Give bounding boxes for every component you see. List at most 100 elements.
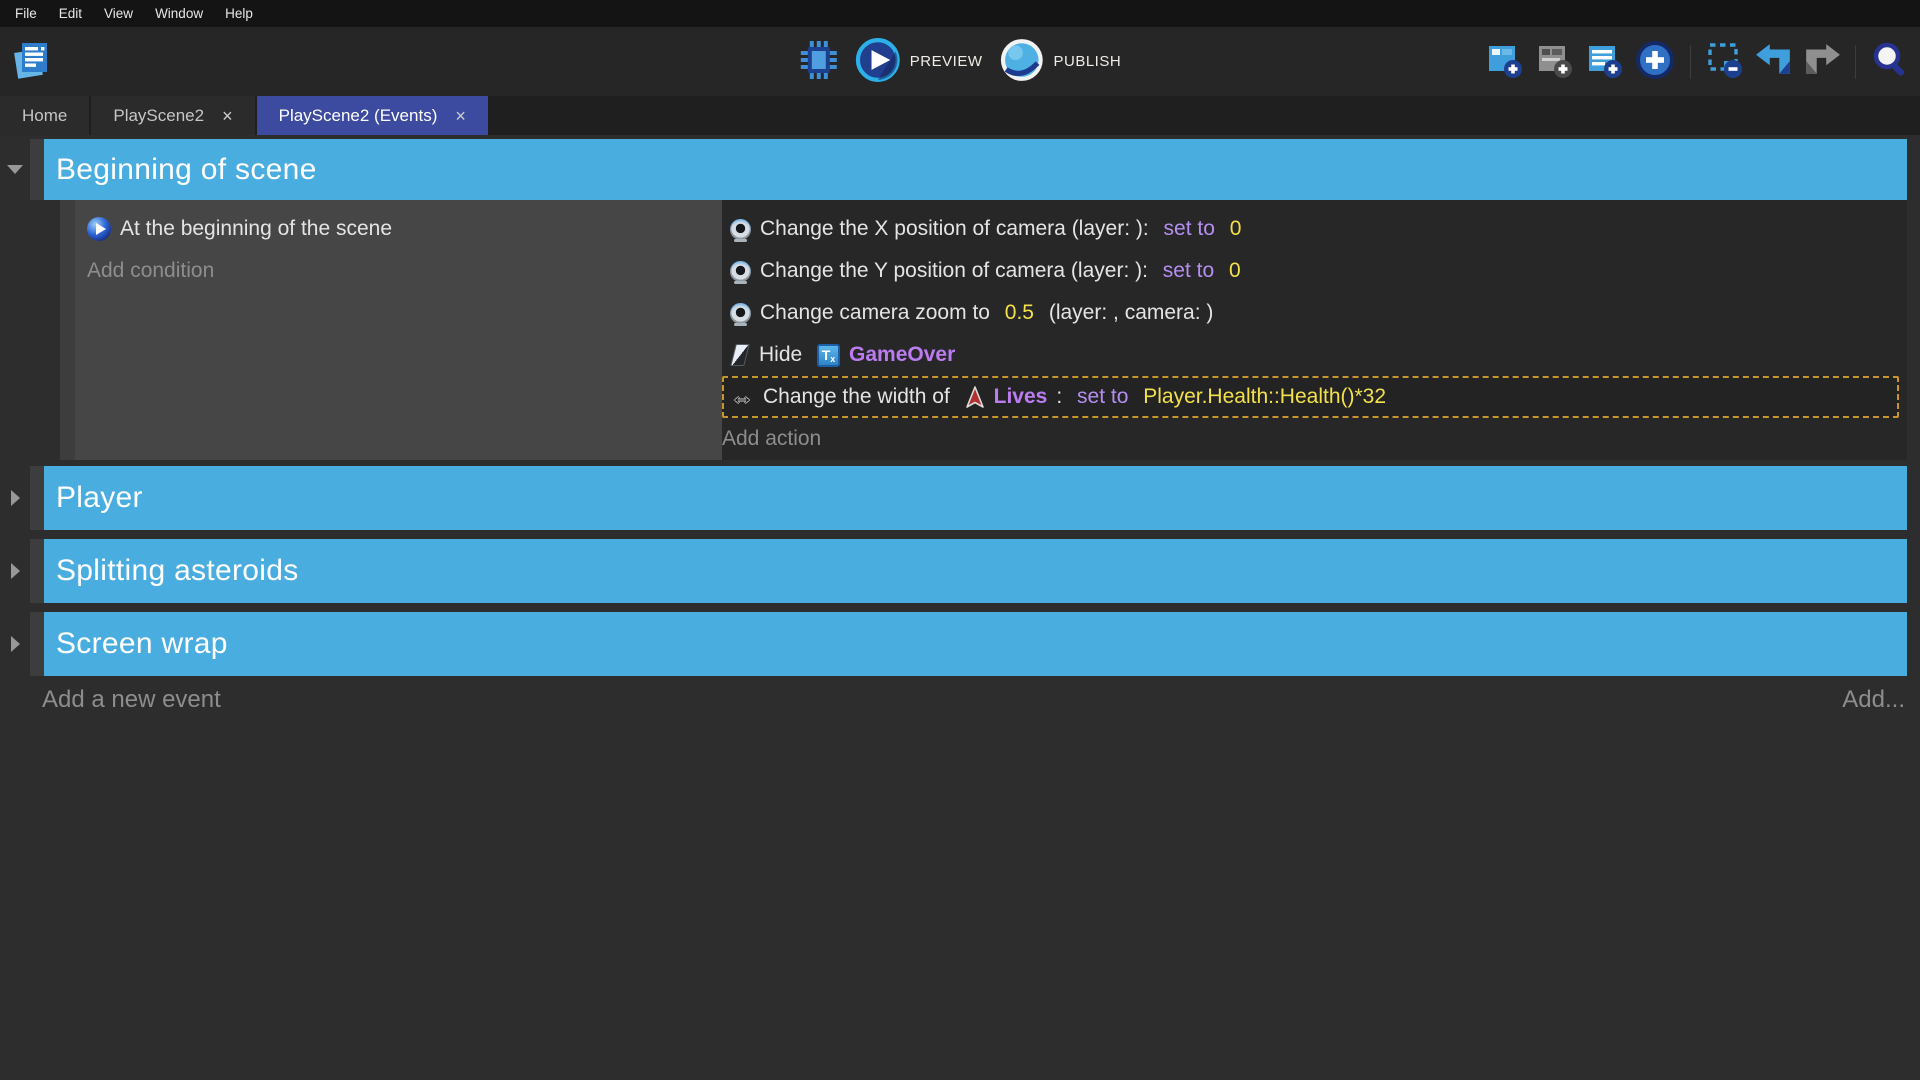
add-action-button[interactable]: Add action bbox=[722, 418, 1907, 460]
camera-icon bbox=[730, 261, 751, 282]
collapse-toggle[interactable] bbox=[0, 139, 30, 200]
event-drag-handle[interactable] bbox=[30, 612, 44, 676]
actions-column: Change the X position of camera (layer: … bbox=[722, 200, 1907, 460]
ship-object-icon bbox=[965, 386, 985, 409]
undo-button[interactable] bbox=[1755, 38, 1793, 86]
publish-globe-icon bbox=[998, 37, 1044, 86]
event-drag-handle[interactable] bbox=[60, 200, 75, 460]
add-condition-button[interactable]: Add condition bbox=[87, 250, 722, 292]
menu-item-edit[interactable]: Edit bbox=[48, 0, 93, 27]
project-manager-icon bbox=[10, 38, 52, 85]
add-circle-icon bbox=[1634, 39, 1676, 84]
event-group-screen-wrap[interactable]: Screen wrap bbox=[0, 612, 1920, 676]
comment-icon bbox=[1534, 40, 1574, 83]
condition-item[interactable]: At the beginning of the scene bbox=[87, 208, 722, 250]
debugger-button[interactable] bbox=[799, 38, 839, 86]
action-text: Lives bbox=[994, 385, 1048, 409]
add-event-shortcut-button[interactable]: Add... bbox=[1842, 686, 1905, 714]
action-item-selected[interactable]: ↔Change the width of Lives: set to Playe… bbox=[722, 376, 1899, 418]
menu-item-file[interactable]: File bbox=[4, 0, 48, 27]
standard-event: At the beginning of the scene Add condit… bbox=[0, 200, 1907, 460]
tab-label: PlayScene2 (Events) bbox=[279, 106, 438, 126]
search-icon bbox=[1870, 40, 1910, 83]
action-text: Change camera zoom to bbox=[760, 301, 996, 325]
group-bar[interactable]: Player bbox=[44, 466, 1907, 530]
add-other-events-button[interactable] bbox=[1584, 38, 1624, 86]
menu-item-view[interactable]: View bbox=[93, 0, 144, 27]
add-event-button[interactable] bbox=[1484, 38, 1524, 86]
event-list-icon bbox=[1584, 40, 1624, 83]
action-item[interactable]: Change the X position of camera (layer: … bbox=[722, 208, 1907, 250]
group-title: Beginning of scene bbox=[56, 153, 317, 187]
action-text: Change the X position of camera (layer: … bbox=[760, 217, 1155, 241]
action-text: 0 bbox=[1223, 259, 1241, 283]
visibility-icon bbox=[730, 344, 749, 366]
toolbar-separator bbox=[1855, 45, 1856, 79]
camera-icon bbox=[730, 219, 751, 240]
action-text: set to bbox=[1163, 259, 1214, 283]
project-manager-button[interactable] bbox=[8, 37, 54, 85]
undo-icon bbox=[1755, 43, 1793, 80]
event-drag-handle[interactable] bbox=[30, 139, 44, 200]
action-text: set to bbox=[1164, 217, 1215, 241]
action-item[interactable]: Change the Y position of camera (layer: … bbox=[722, 250, 1907, 292]
collapse-toggle[interactable] bbox=[0, 466, 30, 530]
group-title: Player bbox=[56, 481, 143, 515]
menu-item-help[interactable]: Help bbox=[214, 0, 264, 27]
event-drag-handle[interactable] bbox=[30, 539, 44, 603]
collapse-toggle[interactable] bbox=[0, 539, 30, 603]
tab-label: Home bbox=[22, 106, 67, 126]
group-bar[interactable]: Splitting asteroids bbox=[44, 539, 1907, 603]
action-text: (layer: , camera: ) bbox=[1043, 301, 1213, 325]
text-object-icon bbox=[817, 344, 840, 367]
event-group-splitting-asteroids[interactable]: Splitting asteroids bbox=[0, 539, 1920, 603]
event-indent bbox=[0, 200, 60, 460]
action-item[interactable]: Hide GameOver bbox=[722, 334, 1907, 376]
action-text: 0.5 bbox=[1005, 301, 1034, 325]
search-button[interactable] bbox=[1870, 38, 1910, 86]
group-bar[interactable]: Screen wrap bbox=[44, 612, 1907, 676]
choose-and-add-event-button[interactable] bbox=[1634, 38, 1676, 86]
tab-home[interactable]: Home bbox=[0, 96, 89, 135]
action-text: Change the Y position of camera (layer: … bbox=[760, 259, 1154, 283]
event-group-player[interactable]: Player bbox=[0, 466, 1920, 530]
caret-right-icon bbox=[11, 490, 20, 506]
action-text: : bbox=[1056, 385, 1068, 409]
preview-play-icon bbox=[855, 37, 901, 86]
caret-down-icon bbox=[7, 165, 23, 174]
publish-button[interactable]: PUBLISH bbox=[998, 38, 1121, 86]
tab-close-icon[interactable]: × bbox=[455, 107, 466, 125]
preview-label: PREVIEW bbox=[910, 53, 983, 70]
redo-icon bbox=[1803, 43, 1841, 80]
event-group-header[interactable]: Beginning of scene bbox=[0, 139, 1920, 200]
conditions-column: At the beginning of the scene Add condit… bbox=[75, 200, 722, 460]
action-item[interactable]: Change camera zoom to 0.5 (layer: , came… bbox=[722, 292, 1907, 334]
events-sheet: Beginning of scene At the beginning of t… bbox=[0, 135, 1920, 714]
tab-playscene2[interactable]: PlayScene2× bbox=[91, 96, 254, 135]
action-text: 0 bbox=[1224, 217, 1242, 241]
event-drag-handle[interactable] bbox=[30, 466, 44, 530]
action-text: Change the width of bbox=[763, 385, 956, 409]
preview-button[interactable]: PREVIEW bbox=[855, 38, 983, 86]
group-bar[interactable]: Beginning of scene bbox=[44, 139, 1907, 200]
scene-start-icon bbox=[87, 217, 111, 241]
action-list: Change the X position of camera (layer: … bbox=[722, 208, 1907, 418]
camera-icon bbox=[730, 303, 751, 324]
add-comment-button[interactable] bbox=[1534, 38, 1574, 86]
redo-button[interactable] bbox=[1803, 38, 1841, 86]
tab-playscene2-events[interactable]: PlayScene2 (Events) × bbox=[257, 96, 488, 135]
action-text: set to bbox=[1077, 385, 1128, 409]
menu-item-window[interactable]: Window bbox=[144, 0, 214, 27]
debugger-icon bbox=[799, 39, 839, 84]
tab-close-icon[interactable]: × bbox=[222, 107, 233, 125]
event-group-beginning-of-scene: Beginning of scene At the beginning of t… bbox=[0, 139, 1920, 460]
caret-right-icon bbox=[11, 563, 20, 579]
add-new-event-button[interactable]: Add a new event bbox=[42, 686, 221, 714]
menu-bar: FileEditViewWindowHelp bbox=[0, 0, 1920, 27]
caret-right-icon bbox=[11, 636, 20, 652]
resize-width-icon: ↔ bbox=[730, 385, 754, 409]
events-footer: Add a new event Add... bbox=[42, 686, 1905, 714]
delete-selection-button[interactable] bbox=[1705, 38, 1745, 86]
collapse-toggle[interactable] bbox=[0, 612, 30, 676]
main-toolbar: PREVIEW PUBLISH bbox=[0, 27, 1920, 96]
